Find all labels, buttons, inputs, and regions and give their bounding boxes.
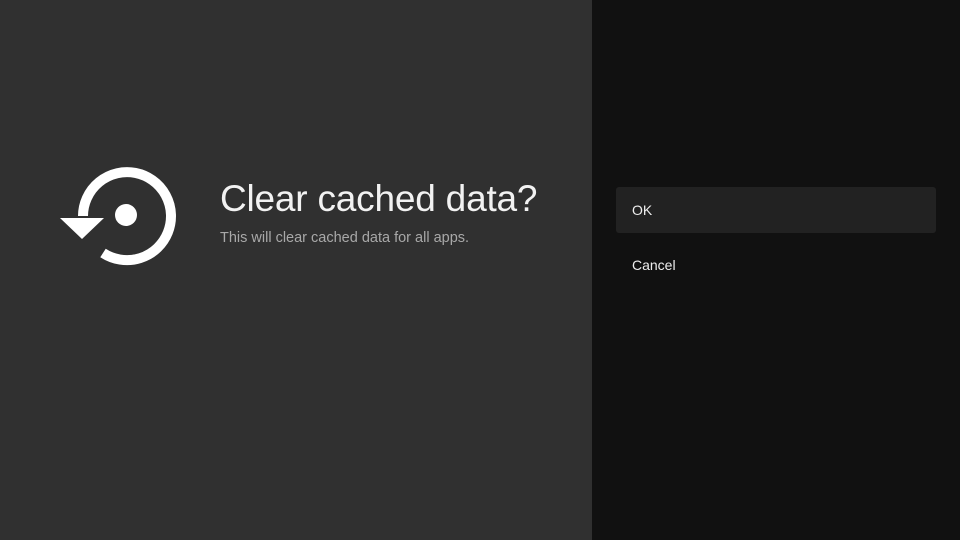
dialog-title: Clear cached data?: [220, 178, 537, 220]
ok-button[interactable]: OK: [616, 187, 936, 233]
dialog-info-panel: Clear cached data? This will clear cache…: [0, 0, 592, 540]
cancel-button[interactable]: Cancel: [616, 242, 936, 288]
restore-icon: [55, 160, 185, 275]
dialog-description: This will clear cached data for all apps…: [220, 230, 469, 246]
